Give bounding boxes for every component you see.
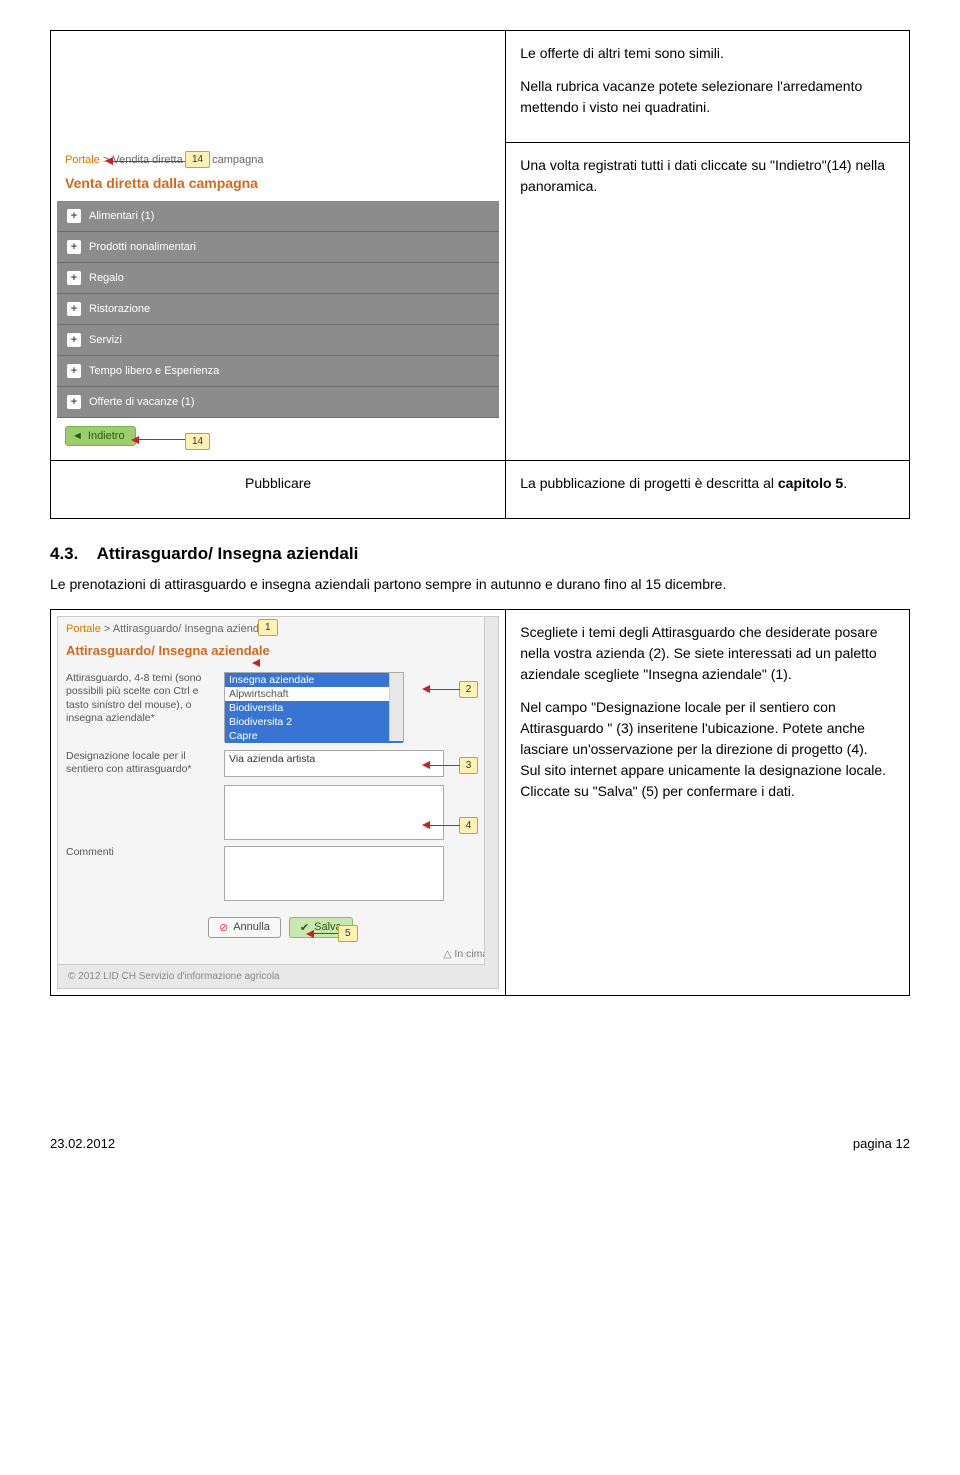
- plus-icon: +: [67, 302, 81, 316]
- callout-1: 1: [258, 619, 278, 636]
- breadcrumb-portale-link[interactable]: Portale: [66, 623, 101, 635]
- back-button[interactable]: ◄ Indietro: [65, 426, 136, 446]
- label-designazione: Designazione locale per il sentiero con …: [66, 750, 216, 777]
- row1-text-1: Le offerte di altri temi sono simili.: [520, 43, 895, 64]
- category-row[interactable]: +Regalo: [57, 263, 499, 294]
- back-button-label: Indietro: [88, 430, 125, 442]
- designazione-textarea[interactable]: [224, 785, 444, 840]
- footer-date: 23.02.2012: [50, 1136, 115, 1151]
- arrow-left-icon: ◄: [72, 430, 83, 442]
- arrow-up-icon: △: [443, 948, 451, 960]
- category-row[interactable]: +Offerte di vacanze (1): [57, 387, 499, 418]
- in-cima-link[interactable]: △ In cima: [58, 944, 498, 964]
- instruction-table-2: Portale > Attirasguardo/ Insegna azienda…: [50, 609, 910, 996]
- listbox-option[interactable]: Alpwirtschaft: [225, 687, 403, 701]
- plus-icon: +: [67, 240, 81, 254]
- row1-text-2: Nella rubrica vacanze potete selezionare…: [520, 76, 895, 118]
- row2-text: Una volta registrati tutti i dati clicca…: [520, 155, 895, 197]
- cancel-button-label: Annulla: [233, 921, 270, 933]
- listbox-option[interactable]: Biodiversita: [225, 701, 403, 715]
- plus-icon: +: [67, 333, 81, 347]
- category-row[interactable]: +Alimentari (1): [57, 201, 499, 232]
- label-themes: Attirasguardo, 4-8 temi (sono possibili …: [66, 672, 216, 742]
- commenti-textarea[interactable]: [224, 846, 444, 901]
- section-number: 4.3.: [50, 544, 78, 563]
- panel-title: Venta diretta dalla campagna: [57, 171, 499, 201]
- plus-icon: +: [67, 364, 81, 378]
- row3-right: La pubblicazione di progetti è descritta…: [520, 473, 895, 494]
- listbox-scrollbar[interactable]: [389, 673, 403, 741]
- plus-icon: +: [67, 395, 81, 409]
- category-row[interactable]: +Prodotti nonalimentari: [57, 232, 499, 263]
- plus-icon: +: [67, 209, 81, 223]
- section-title: Attirasguardo/ Insegna aziendali: [97, 544, 359, 563]
- label-commenti: Commenti: [66, 846, 216, 901]
- cancel-icon: ⊘: [219, 921, 228, 934]
- section-intro: Le prenotazioni di attirasguardo e inseg…: [50, 574, 910, 595]
- table2-p2: Nel campo "Designazione locale per il se…: [520, 697, 895, 802]
- listbox-option[interactable]: Capre: [225, 729, 403, 743]
- copyright-text: © 2012 LID CH Servizio d'informazione ag…: [58, 964, 498, 988]
- callout-3: 3: [459, 757, 479, 774]
- category-row[interactable]: +Tempo libero e Esperienza: [57, 356, 499, 387]
- instruction-table-1: Le offerte di altri temi sono simili. Ne…: [50, 30, 910, 519]
- vertical-scrollbar[interactable]: [484, 617, 498, 966]
- themes-listbox[interactable]: Insegna aziendale Alpwirtschaft Biodiver…: [224, 672, 404, 742]
- designazione-input[interactable]: Via azienda artista: [224, 750, 444, 777]
- plus-icon: +: [67, 271, 81, 285]
- footer-page: pagina 12: [853, 1136, 910, 1151]
- category-row[interactable]: +Ristorazione: [57, 294, 499, 325]
- callout-14-top: 14: [185, 151, 210, 168]
- category-row[interactable]: +Servizi: [57, 325, 499, 356]
- callout-5: 5: [338, 925, 358, 942]
- callout-4: 4: [459, 817, 479, 834]
- screenshot-attirasguardo-form: Portale > Attirasguardo/ Insegna azienda…: [57, 616, 499, 989]
- listbox-option[interactable]: Biodiversita 2: [225, 715, 403, 729]
- listbox-option[interactable]: Insegna aziendale: [225, 673, 403, 687]
- breadcrumb: Portale > Attirasguardo/ Insegna azienda…: [58, 617, 498, 641]
- breadcrumb: Portale > Vendita diretta dalla campagna: [57, 149, 499, 171]
- breadcrumb-rest: > Vendita diretta dalla campagna: [100, 154, 264, 166]
- callout-14-bottom: 14: [185, 433, 210, 450]
- screenshot-vendita-diretta: Portale > Vendita diretta dalla campagna…: [57, 149, 499, 454]
- cancel-button[interactable]: ⊘ Annulla: [208, 917, 281, 938]
- callout-2: 2: [459, 681, 479, 698]
- section-heading: 4.3. Attirasguardo/ Insegna aziendali: [50, 544, 910, 564]
- page-footer: 23.02.2012 pagina 12: [50, 1136, 910, 1151]
- table2-p1: Scegliete i temi degli Attirasguardo che…: [520, 622, 895, 685]
- breadcrumb-portale-link[interactable]: Portale: [65, 154, 100, 166]
- form-title: Attirasguardo/ Insegna aziendale: [58, 641, 498, 668]
- row3-left: Pubblicare: [245, 475, 311, 491]
